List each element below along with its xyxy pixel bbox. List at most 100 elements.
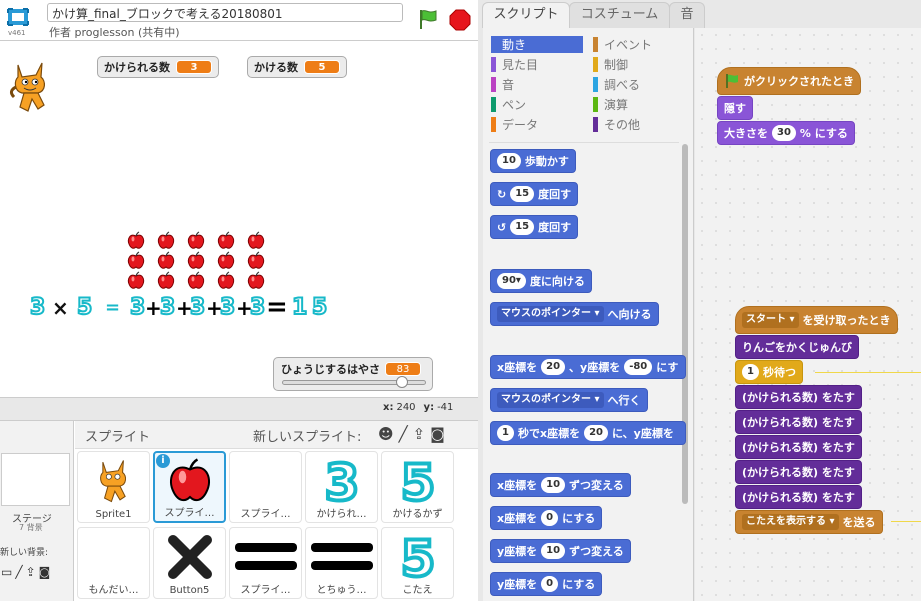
fullscreen-icon[interactable] [5,5,31,31]
stop-icon[interactable] [449,9,471,31]
block-change-y[interactable]: y座標を 10 ずつ変える [490,539,631,563]
block-input[interactable]: 0 [541,510,559,526]
upload-icon[interactable]: ⇪ [26,565,36,579]
sprite-tile[interactable]: 5 こたえ [381,527,454,599]
palette-scrollbar[interactable] [682,144,688,504]
stage-thumbnail[interactable] [1,453,70,506]
block-add-number[interactable]: (かけられる数) をたす [735,410,862,434]
block-turn-right[interactable]: ↻ 15 度回す [490,182,579,206]
block-move-steps[interactable]: 10 歩動かす [490,149,576,173]
category-item[interactable]: 見た目 [491,56,538,73]
block-add-number[interactable]: (かけられる数) をたす [735,460,862,484]
block-broadcast[interactable]: こたえを表示する ▾ を送る [735,510,883,534]
block-hide[interactable]: 隠す [717,96,753,120]
category-label: ペン [502,98,527,112]
block-dropdown[interactable]: スタート ▾ [742,312,799,328]
x-value: 240 [396,402,416,413]
sprite-tile[interactable]: もんだい… [77,527,150,599]
block-dropdown[interactable]: こたえを表示する ▾ [742,514,839,530]
category-item[interactable]: その他 [593,116,640,133]
cat-sprite[interactable] [8,59,54,115]
green-flag-icon[interactable] [417,8,439,30]
paint-brush-icon[interactable]: ╱ [399,425,408,443]
script-area[interactable]: がクリックされたとき 隠す 大きさを 30 % にする スタート ▾ を受け取っ… [695,28,921,601]
monitor-kakeru[interactable]: かける数 5 [247,56,347,78]
block-input[interactable]: 15 [510,219,535,235]
block-add-number[interactable]: (かけられる数) をたす [735,485,862,509]
slider-knob[interactable] [395,376,408,388]
apple-icon [187,271,205,289]
block-wait[interactable]: 1 秒待つ [735,360,803,384]
block-goto-xy[interactable]: x座標を 20 、y座標を -80 にす [490,355,686,379]
block-set-size[interactable]: 大きさを 30 % にする [717,121,855,145]
tab-scripts[interactable]: スクリプト [482,2,570,28]
paint-library-icon[interactable]: ▭ [1,565,12,579]
sprite-tile[interactable]: Button5 [153,527,226,599]
green-flag-icon [726,74,738,88]
block-point-towards[interactable]: マウスのポインター ▾ へ向ける [490,302,659,326]
block-input[interactable]: 1 [742,364,759,380]
block-input[interactable]: 20 [541,359,566,375]
sprite-tile[interactable]: とちゅう… [305,527,378,599]
sprite-tile[interactable]: 5 かけるかず [381,451,454,523]
block-input[interactable]: 1 [497,425,514,441]
sprite-library-icon[interactable]: ☻ [378,425,394,443]
block-input[interactable]: 20 [584,425,608,441]
project-title-input[interactable]: かけ算_final_ブロックで考える20180801 [47,3,403,22]
tab-sounds[interactable]: 音 [669,2,705,28]
block-custom-prepare[interactable]: りんごをかくじゅんび [735,335,859,359]
block-turn-left[interactable]: ↺ 15 度回す [490,215,579,239]
sprite-tile[interactable]: スプライ… [229,451,302,523]
block-input[interactable]: 90▾ [497,273,526,289]
block-input[interactable]: 10 [541,543,566,559]
info-icon[interactable]: i [156,454,170,468]
block-input[interactable]: 10 [541,477,566,493]
category-swatch [491,77,496,92]
sprite-tile[interactable]: 3 かけられ… [305,451,378,523]
block-dropdown[interactable]: マウスのポインター ▾ [497,306,604,322]
block-input[interactable]: -80 [624,359,653,375]
category-item[interactable]: 音 [491,76,514,93]
equation-symbol: 3 [219,294,236,321]
category-item[interactable]: 制御 [593,56,628,73]
apple-icon [247,231,265,249]
block-input[interactable]: 0 [541,576,559,592]
tab-costumes[interactable]: コスチューム [569,2,670,28]
block-set-x[interactable]: x座標を 0 にする [490,506,603,530]
category-item[interactable]: 演算 [593,96,628,113]
apple-icon [127,231,145,249]
block-text: りんごをかくじゅんび [742,341,852,354]
hat-when-receive[interactable]: スタート ▾ を受け取ったとき [735,306,898,334]
stage-canvas[interactable]: かけられる数 3 かける数 5 3 × 5 = 3 +3 +3 +3 +3 = 1 5 ひょうじするは… [0,40,478,398]
category-item[interactable]: データ [491,116,538,133]
block-dropdown[interactable]: マウスのポインター ▾ [497,392,604,408]
hat-flag-clicked[interactable]: がクリックされたとき [717,67,861,95]
block-input[interactable]: 10 [497,153,521,169]
block-add-number[interactable]: (かけられる数) をたす [735,435,862,459]
block-glide[interactable]: 1 秒でx座標を 20 に、y座標を [490,421,686,445]
block-change-x[interactable]: x座標を 10 ずつ変える [490,473,631,497]
sprite-name: スプライ… [240,585,291,596]
paint-brush-icon[interactable]: ╱ [15,565,22,579]
sprite-tile[interactable]: i スプライ… [153,451,226,523]
block-input[interactable]: 15 [510,186,535,202]
category-item[interactable]: 動き [491,36,583,53]
camera-icon[interactable]: ◙ [430,425,445,443]
camera-icon[interactable]: ◙ [39,565,51,579]
sprite-tile[interactable]: スプライ… [229,527,302,599]
equation-symbol: 3 [29,294,46,321]
category-item[interactable]: 調べる [593,76,640,93]
category-item[interactable]: ペン [491,96,526,113]
block-goto[interactable]: マウスのポインター ▾ へ行く [490,388,648,412]
slider-monitor[interactable]: ひょうじするはやさ 83 [273,357,433,391]
upload-icon[interactable]: ⇪ [413,425,426,443]
block-set-y[interactable]: y座標を 0 にする [490,572,603,596]
category-item[interactable]: イベント [593,36,652,53]
block-point-direction[interactable]: 90▾ 度に向ける [490,269,592,293]
category-divider [489,142,679,143]
blank-icon [78,530,149,584]
block-add-number[interactable]: (かけられる数) をたす [735,385,862,409]
monitor-kakerareru[interactable]: かけられる数 3 [97,56,219,78]
sprite-tile[interactable]: Sprite1 [77,451,150,523]
block-input[interactable]: 30 [772,125,796,141]
